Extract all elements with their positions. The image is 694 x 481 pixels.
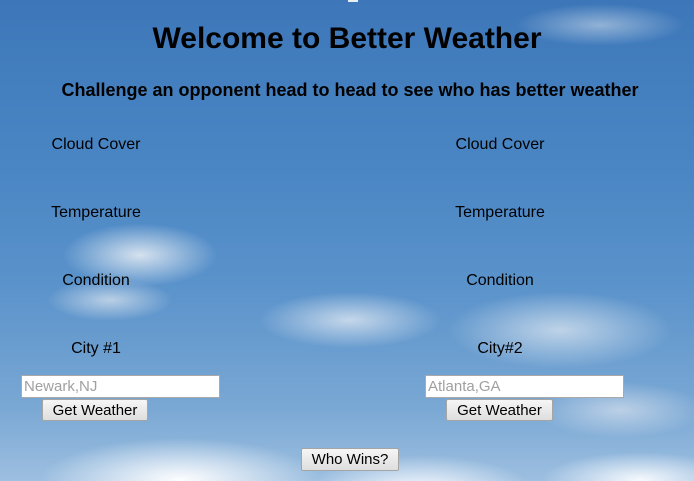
city2-label: City#2 (477, 340, 523, 357)
city1-condition-label: Condition (62, 272, 130, 289)
page-subtitle: Challenge an opponent head to head to se… (61, 80, 639, 100)
city2-cloud-cover-label: Cloud Cover (455, 136, 545, 153)
city2-input[interactable] (425, 375, 624, 398)
city1-get-weather-button[interactable]: Get Weather (42, 399, 148, 421)
city1-label: City #1 (71, 340, 121, 357)
who-wins-button[interactable]: Who Wins? (301, 448, 399, 471)
city1-cloud-cover-label: Cloud Cover (51, 136, 141, 153)
city1-input[interactable] (21, 375, 220, 398)
city1-temperature-label: Temperature (51, 204, 141, 221)
city2-get-weather-button[interactable]: Get Weather (446, 399, 553, 421)
page-title: Welcome to Better Weather (152, 22, 542, 55)
city2-condition-label: Condition (466, 272, 534, 289)
window-edge-marker (348, 0, 358, 2)
city2-temperature-label: Temperature (455, 204, 545, 221)
